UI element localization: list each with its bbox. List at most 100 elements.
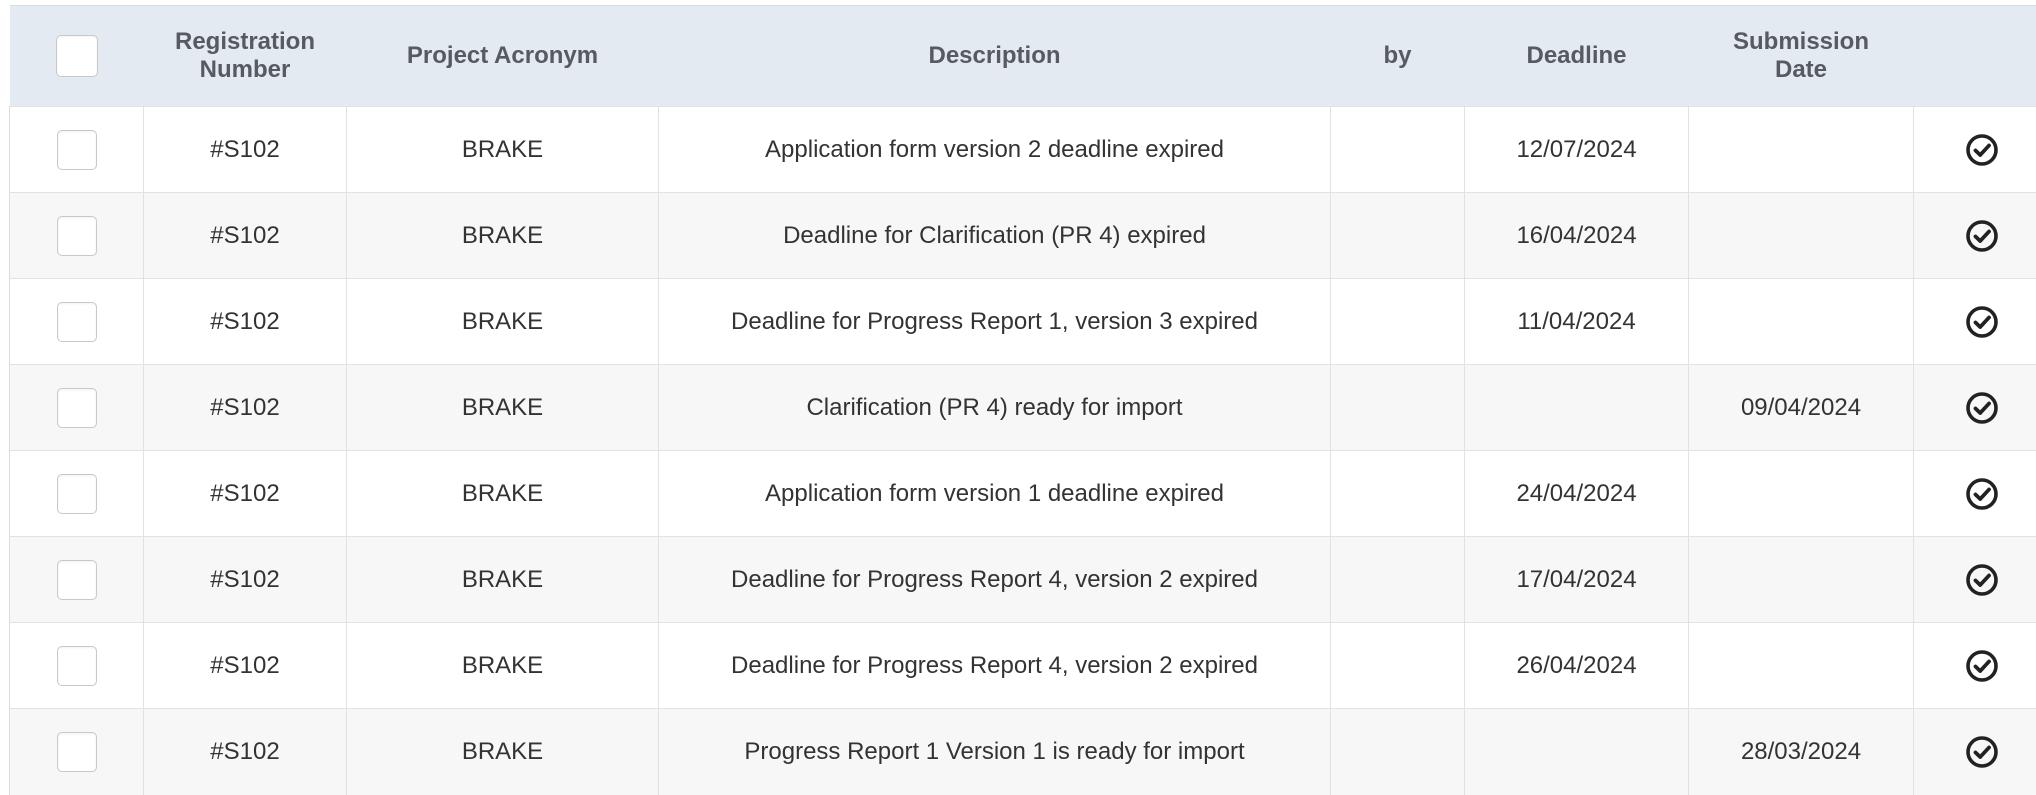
check-circle-icon[interactable] (1964, 218, 2000, 254)
deadline-cell (1465, 365, 1689, 451)
description-cell: Application form version 1 deadline expi… (659, 451, 1331, 537)
project-acronym-cell: BRAKE (347, 709, 659, 795)
table-row[interactable]: #S102 BRAKE Progress Report 1 Version 1 … (10, 709, 2036, 795)
project-acronym-cell: BRAKE (347, 365, 659, 451)
registration-number-cell: #S102 (144, 279, 347, 365)
table-row[interactable]: #S102 BRAKE Deadline for Clarification (… (10, 193, 2036, 279)
description-cell: Application form version 2 deadline expi… (659, 107, 1331, 193)
description-cell: Deadline for Progress Report 4, version … (659, 623, 1331, 709)
row-action-cell (1914, 107, 2036, 193)
deadline-cell: 11/04/2024 (1465, 279, 1689, 365)
header-select-all-cell (10, 6, 144, 107)
row-checkbox[interactable] (57, 732, 97, 772)
row-checkbox[interactable] (57, 130, 97, 170)
check-circle-icon[interactable] (1964, 304, 2000, 340)
project-acronym-cell: BRAKE (347, 451, 659, 537)
by-cell (1331, 279, 1465, 365)
deadline-cell: 12/07/2024 (1465, 107, 1689, 193)
check-circle-icon[interactable] (1964, 132, 2000, 168)
row-checkbox[interactable] (57, 646, 97, 686)
table-row[interactable]: #S102 BRAKE Deadline for Progress Report… (10, 623, 2036, 709)
check-circle-icon[interactable] (1964, 734, 2000, 770)
description-cell: Deadline for Progress Report 4, version … (659, 537, 1331, 623)
by-cell (1331, 709, 1465, 795)
submission-date-cell: 09/04/2024 (1689, 365, 1914, 451)
deadline-cell (1465, 709, 1689, 795)
header-actions (1914, 6, 2036, 107)
submission-date-cell (1689, 107, 1914, 193)
deadline-cell: 17/04/2024 (1465, 537, 1689, 623)
row-action-cell (1914, 451, 2036, 537)
row-action-cell (1914, 193, 2036, 279)
table-row[interactable]: #S102 BRAKE Deadline for Progress Report… (10, 279, 2036, 365)
by-cell (1331, 107, 1465, 193)
registration-number-cell: #S102 (144, 193, 347, 279)
registration-number-cell: #S102 (144, 623, 347, 709)
description-cell: Clarification (PR 4) ready for import (659, 365, 1331, 451)
row-checkbox[interactable] (57, 560, 97, 600)
registration-number-cell: #S102 (144, 709, 347, 795)
deadline-cell: 24/04/2024 (1465, 451, 1689, 537)
check-circle-icon[interactable] (1964, 390, 2000, 426)
row-action-cell (1914, 623, 2036, 709)
table-row[interactable]: #S102 BRAKE Deadline for Progress Report… (10, 537, 2036, 623)
row-select-cell (10, 279, 144, 365)
project-acronym-cell: BRAKE (347, 107, 659, 193)
row-select-cell (10, 107, 144, 193)
row-action-cell (1914, 709, 2036, 795)
row-action-cell (1914, 365, 2036, 451)
deadline-cell: 26/04/2024 (1465, 623, 1689, 709)
registration-number-cell: #S102 (144, 365, 347, 451)
check-circle-icon[interactable] (1964, 648, 2000, 684)
header-submission-date[interactable]: SubmissionDate (1689, 6, 1914, 107)
submission-date-cell: 28/03/2024 (1689, 709, 1914, 795)
check-circle-icon[interactable] (1964, 562, 2000, 598)
project-acronym-cell: BRAKE (347, 193, 659, 279)
submission-date-cell (1689, 279, 1914, 365)
row-select-cell (10, 451, 144, 537)
project-acronym-cell: BRAKE (347, 537, 659, 623)
submission-date-cell (1689, 193, 1914, 279)
row-select-cell (10, 709, 144, 795)
description-cell: Deadline for Progress Report 1, version … (659, 279, 1331, 365)
header-registration-number[interactable]: RegistrationNumber (144, 6, 347, 107)
check-circle-icon[interactable] (1964, 476, 2000, 512)
table-header-row: RegistrationNumber Project Acronym Descr… (10, 6, 2036, 107)
project-acronym-cell: BRAKE (347, 279, 659, 365)
row-select-cell (10, 193, 144, 279)
table-row[interactable]: #S102 BRAKE Clarification (PR 4) ready f… (10, 365, 2036, 451)
description-cell: Progress Report 1 Version 1 is ready for… (659, 709, 1331, 795)
header-by[interactable]: by (1331, 6, 1465, 107)
table-row[interactable]: #S102 BRAKE Application form version 1 d… (10, 451, 2036, 537)
notifications-table: RegistrationNumber Project Acronym Descr… (9, 5, 2036, 795)
table-body: #S102 BRAKE Application form version 2 d… (10, 107, 2036, 795)
submission-date-cell (1689, 537, 1914, 623)
row-select-cell (10, 365, 144, 451)
select-all-checkbox[interactable] (56, 35, 98, 77)
by-cell (1331, 623, 1465, 709)
row-action-cell (1914, 537, 2036, 623)
row-select-cell (10, 623, 144, 709)
row-checkbox[interactable] (57, 388, 97, 428)
by-cell (1331, 193, 1465, 279)
by-cell (1331, 365, 1465, 451)
by-cell (1331, 451, 1465, 537)
description-cell: Deadline for Clarification (PR 4) expire… (659, 193, 1331, 279)
row-checkbox[interactable] (57, 216, 97, 256)
row-checkbox[interactable] (57, 302, 97, 342)
notifications-table-container: RegistrationNumber Project Acronym Descr… (9, 5, 2036, 795)
header-project-acronym[interactable]: Project Acronym (347, 6, 659, 107)
header-deadline[interactable]: Deadline (1465, 6, 1689, 107)
row-checkbox[interactable] (57, 474, 97, 514)
row-action-cell (1914, 279, 2036, 365)
submission-date-cell (1689, 451, 1914, 537)
registration-number-cell: #S102 (144, 451, 347, 537)
registration-number-cell: #S102 (144, 107, 347, 193)
table-row[interactable]: #S102 BRAKE Application form version 2 d… (10, 107, 2036, 193)
submission-date-cell (1689, 623, 1914, 709)
project-acronym-cell: BRAKE (347, 623, 659, 709)
deadline-cell: 16/04/2024 (1465, 193, 1689, 279)
header-description[interactable]: Description (659, 6, 1331, 107)
registration-number-cell: #S102 (144, 537, 347, 623)
row-select-cell (10, 537, 144, 623)
